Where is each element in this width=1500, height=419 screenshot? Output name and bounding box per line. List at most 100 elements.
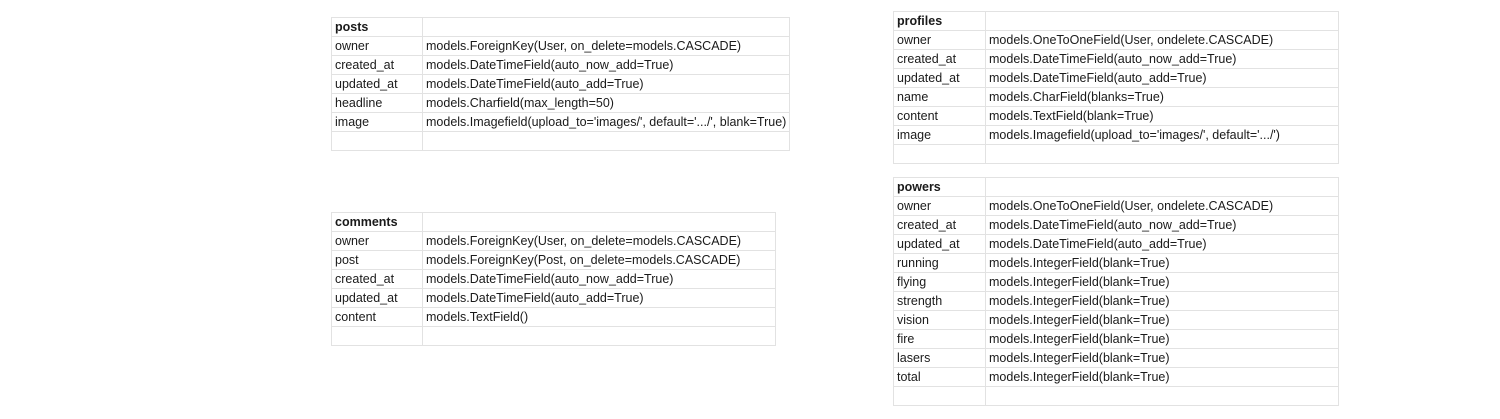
field-name-cell[interactable]: headline	[331, 93, 423, 113]
field-definition-cell[interactable]: models.ForeignKey(Post, on_delete=models…	[422, 250, 776, 270]
empty-cell[interactable]	[422, 326, 776, 346]
table-row: content models.TextField()	[331, 307, 776, 327]
table-header-row: powers	[893, 177, 1339, 197]
table-row: owner models.OneToOneField(User, ondelet…	[893, 30, 1339, 50]
field-definition-cell[interactable]: models.DateTimeField(auto_now_add=True)	[985, 49, 1339, 69]
field-definition-cell[interactable]: models.DateTimeField(auto_add=True)	[985, 234, 1339, 254]
table-row: image models.Imagefield(upload_to='image…	[331, 112, 791, 132]
field-name-cell[interactable]: created_at	[893, 49, 986, 69]
empty-cell[interactable]	[893, 386, 986, 406]
field-name-cell[interactable]: content	[893, 106, 986, 126]
table-title-cell[interactable]: comments	[331, 212, 423, 232]
table-row: headline models.Charfield(max_length=50)	[331, 93, 791, 113]
table-row: vision models.IntegerField(blank=True)	[893, 310, 1339, 330]
table-row: created_at models.DateTimeField(auto_now…	[893, 49, 1339, 69]
table-header-row: comments	[331, 212, 776, 232]
field-name-cell[interactable]: total	[893, 367, 986, 387]
table-title-cell[interactable]: powers	[893, 177, 986, 197]
empty-cell[interactable]	[985, 177, 1339, 197]
empty-cell[interactable]	[985, 386, 1339, 406]
field-definition-cell[interactable]: models.OneToOneField(User, ondelete.CASC…	[985, 30, 1339, 50]
field-name-cell[interactable]: post	[331, 250, 423, 270]
field-definition-cell[interactable]: models.DateTimeField(auto_add=True)	[985, 68, 1339, 88]
field-definition-cell[interactable]: models.CharField(blanks=True)	[985, 87, 1339, 107]
field-definition-cell[interactable]: models.IntegerField(blank=True)	[985, 367, 1339, 387]
empty-cell[interactable]	[422, 17, 791, 37]
field-name-cell[interactable]: image	[331, 112, 423, 132]
table-row: owner models.OneToOneField(User, ondelet…	[893, 196, 1339, 216]
field-name-cell[interactable]: created_at	[331, 269, 423, 289]
table-row: created_at models.DateTimeField(auto_now…	[331, 269, 776, 289]
empty-cell[interactable]	[985, 144, 1339, 164]
table-row: name models.CharField(blanks=True)	[893, 87, 1339, 107]
table-row: owner models.ForeignKey(User, on_delete=…	[331, 36, 791, 56]
field-name-cell[interactable]: owner	[893, 30, 986, 50]
field-definition-cell[interactable]: models.ForeignKey(User, on_delete=models…	[422, 231, 776, 251]
field-name-cell[interactable]: running	[893, 253, 986, 273]
field-definition-cell[interactable]: models.Imagefield(upload_to='images/', d…	[985, 125, 1339, 145]
table-row: updated_at models.DateTimeField(auto_add…	[331, 288, 776, 308]
posts-table: posts owner models.ForeignKey(User, on_d…	[331, 17, 791, 151]
field-definition-cell[interactable]: models.ForeignKey(User, on_delete=models…	[422, 36, 791, 56]
empty-row	[893, 144, 1339, 164]
field-definition-cell[interactable]: models.OneToOneField(User, ondelete.CASC…	[985, 196, 1339, 216]
empty-row	[331, 131, 791, 151]
table-row: post models.ForeignKey(Post, on_delete=m…	[331, 250, 776, 270]
field-name-cell[interactable]: updated_at	[331, 288, 423, 308]
field-name-cell[interactable]: name	[893, 87, 986, 107]
field-name-cell[interactable]: created_at	[893, 215, 986, 235]
table-row: created_at models.DateTimeField(auto_now…	[893, 215, 1339, 235]
profiles-table: profiles owner models.OneToOneField(User…	[893, 11, 1339, 164]
field-definition-cell[interactable]: models.IntegerField(blank=True)	[985, 329, 1339, 349]
comments-table: comments owner models.ForeignKey(User, o…	[331, 212, 776, 346]
field-definition-cell[interactable]: models.IntegerField(blank=True)	[985, 310, 1339, 330]
field-name-cell[interactable]: updated_at	[331, 74, 423, 94]
field-definition-cell[interactable]: models.IntegerField(blank=True)	[985, 291, 1339, 311]
table-row: total models.IntegerField(blank=True)	[893, 367, 1339, 387]
field-definition-cell[interactable]: models.TextField()	[422, 307, 776, 327]
empty-row	[331, 326, 776, 346]
table-row: fire models.IntegerField(blank=True)	[893, 329, 1339, 349]
table-row: running models.IntegerField(blank=True)	[893, 253, 1339, 273]
field-definition-cell[interactable]: models.IntegerField(blank=True)	[985, 272, 1339, 292]
field-name-cell[interactable]: owner	[331, 231, 423, 251]
field-definition-cell[interactable]: models.IntegerField(blank=True)	[985, 253, 1339, 273]
table-row: updated_at models.DateTimeField(auto_add…	[893, 68, 1339, 88]
empty-cell[interactable]	[985, 11, 1339, 31]
table-header-row: posts	[331, 17, 791, 37]
field-name-cell[interactable]: vision	[893, 310, 986, 330]
empty-cell[interactable]	[893, 144, 986, 164]
field-definition-cell[interactable]: models.IntegerField(blank=True)	[985, 348, 1339, 368]
field-definition-cell[interactable]: models.DateTimeField(auto_now_add=True)	[422, 55, 791, 75]
field-definition-cell[interactable]: models.Imagefield(upload_to='images/', d…	[422, 112, 791, 132]
field-name-cell[interactable]: owner	[893, 196, 986, 216]
field-definition-cell[interactable]: models.DateTimeField(auto_add=True)	[422, 288, 776, 308]
table-title-cell[interactable]: profiles	[893, 11, 986, 31]
field-name-cell[interactable]: image	[893, 125, 986, 145]
field-definition-cell[interactable]: models.DateTimeField(auto_now_add=True)	[422, 269, 776, 289]
field-definition-cell[interactable]: models.Charfield(max_length=50)	[422, 93, 791, 113]
empty-cell[interactable]	[331, 131, 423, 151]
table-header-row: profiles	[893, 11, 1339, 31]
field-name-cell[interactable]: strength	[893, 291, 986, 311]
field-name-cell[interactable]: created_at	[331, 55, 423, 75]
field-definition-cell[interactable]: models.TextField(blank=True)	[985, 106, 1339, 126]
field-name-cell[interactable]: owner	[331, 36, 423, 56]
empty-cell[interactable]	[331, 326, 423, 346]
field-name-cell[interactable]: flying	[893, 272, 986, 292]
field-definition-cell[interactable]: models.DateTimeField(auto_add=True)	[422, 74, 791, 94]
empty-cell[interactable]	[422, 131, 791, 151]
table-row: owner models.ForeignKey(User, on_delete=…	[331, 231, 776, 251]
field-name-cell[interactable]: updated_at	[893, 68, 986, 88]
field-definition-cell[interactable]: models.DateTimeField(auto_now_add=True)	[985, 215, 1339, 235]
table-row: strength models.IntegerField(blank=True)	[893, 291, 1339, 311]
field-name-cell[interactable]: content	[331, 307, 423, 327]
field-name-cell[interactable]: lasers	[893, 348, 986, 368]
empty-cell[interactable]	[422, 212, 776, 232]
table-row: created_at models.DateTimeField(auto_now…	[331, 55, 791, 75]
field-name-cell[interactable]: updated_at	[893, 234, 986, 254]
field-name-cell[interactable]: fire	[893, 329, 986, 349]
table-title-cell[interactable]: posts	[331, 17, 423, 37]
table-row: content models.TextField(blank=True)	[893, 106, 1339, 126]
table-row: lasers models.IntegerField(blank=True)	[893, 348, 1339, 368]
